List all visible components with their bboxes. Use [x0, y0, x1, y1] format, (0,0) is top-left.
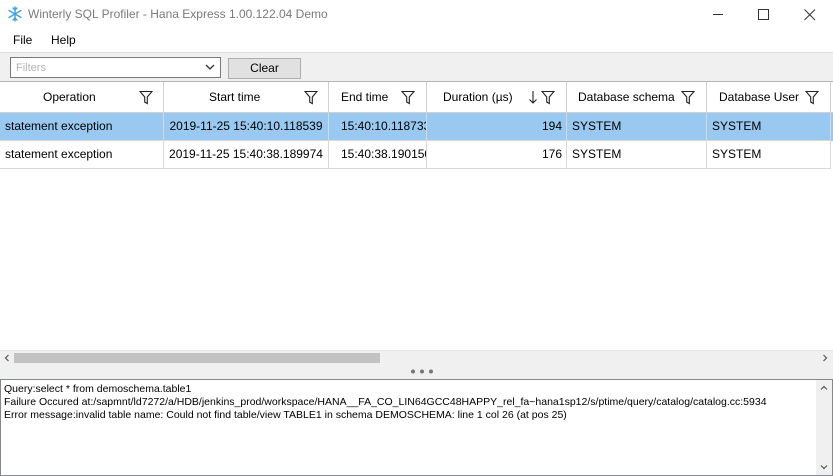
- scroll-right-icon[interactable]: [821, 354, 829, 362]
- column-label: Database User: [719, 90, 800, 104]
- filter-icon[interactable]: [304, 90, 318, 105]
- cell-database-user: SYSTEM: [707, 113, 831, 141]
- menu-help[interactable]: Help: [51, 33, 76, 47]
- filter-icon[interactable]: [541, 90, 555, 105]
- filter-icon[interactable]: [401, 90, 415, 105]
- menu-file[interactable]: File: [13, 33, 32, 47]
- column-label: Operation: [43, 90, 96, 104]
- cell-end-time: 15:40:38.190150: [329, 141, 427, 169]
- results-grid: Operation Start time End time Duration (…: [0, 81, 833, 363]
- panel-splitter[interactable]: [0, 363, 833, 379]
- column-header-database-user[interactable]: Database User: [707, 82, 831, 113]
- grid-header: Operation Start time End time Duration (…: [0, 82, 833, 113]
- cell-database-schema: SYSTEM: [567, 141, 707, 169]
- detail-failure-location: Failure Occured at:/sapmnt/ld7272/a/HDB/…: [4, 396, 767, 408]
- vertical-scrollbar[interactable]: [816, 380, 832, 475]
- filter-icon[interactable]: [805, 90, 819, 105]
- clear-button[interactable]: Clear: [228, 58, 301, 79]
- close-button[interactable]: [787, 0, 833, 29]
- cell-duration: 194: [427, 113, 567, 141]
- cell-database-schema: SYSTEM: [567, 113, 707, 141]
- title-bar: Winterly SQL Profiler - Hana Express 1.0…: [0, 0, 833, 29]
- cell-database-user: SYSTEM: [707, 141, 831, 169]
- maximize-button[interactable]: [741, 0, 787, 29]
- snowflake-icon: [8, 6, 22, 22]
- filter-input[interactable]: [12, 59, 197, 76]
- column-header-database-schema[interactable]: Database schema: [567, 82, 707, 113]
- menu-bar: File Help: [0, 30, 833, 51]
- cell-start-time: 2019-11-25 15:40:38.189974: [164, 141, 329, 169]
- column-header-end-time[interactable]: End time: [329, 82, 427, 113]
- cell-operation: statement exception: [0, 113, 164, 141]
- filter-icon[interactable]: [139, 90, 153, 105]
- column-header-operation[interactable]: Operation: [0, 82, 164, 113]
- column-label: End time: [341, 90, 389, 104]
- scrollbar-thumb[interactable]: [14, 353, 380, 363]
- sort-descending-icon: [529, 91, 537, 104]
- cell-duration: 176: [427, 141, 567, 169]
- toolbar: Clear: [0, 52, 833, 81]
- maximize-icon: [758, 9, 769, 20]
- scroll-down-icon[interactable]: [820, 463, 828, 471]
- table-row[interactable]: statement exception 2019-11-25 15:40:38.…: [0, 141, 833, 169]
- scroll-left-icon[interactable]: [3, 354, 11, 362]
- minimize-button[interactable]: [695, 0, 741, 29]
- filter-icon[interactable]: [681, 90, 695, 105]
- column-header-duration[interactable]: Duration (µs): [427, 82, 567, 113]
- details-panel[interactable]: Query:select * from demoschema.table1 Fa…: [0, 379, 833, 476]
- drag-handle-icon[interactable]: [410, 369, 434, 374]
- horizontal-scrollbar[interactable]: [0, 350, 833, 363]
- close-icon: [804, 9, 816, 21]
- detail-query: Query:select * from demoschema.table1: [4, 383, 192, 395]
- table-row[interactable]: statement exception 2019-11-25 15:40:10.…: [0, 113, 833, 141]
- filter-combobox[interactable]: [10, 57, 221, 78]
- detail-error-message: Error message:invalid table name: Could …: [4, 409, 567, 421]
- column-label: Duration (µs): [443, 90, 513, 104]
- column-label: Start time: [209, 90, 261, 104]
- window-title: Winterly SQL Profiler - Hana Express 1.0…: [28, 7, 328, 21]
- chevron-down-icon[interactable]: [205, 64, 215, 71]
- column-label: Database schema: [578, 90, 675, 104]
- cell-operation: statement exception: [0, 141, 164, 169]
- cell-start-time: 2019-11-25 15:40:10.118539: [164, 113, 329, 141]
- scroll-up-icon[interactable]: [820, 384, 828, 392]
- column-header-start-time[interactable]: Start time: [164, 82, 329, 113]
- cell-end-time: 15:40:10.118733: [329, 113, 427, 141]
- minimize-icon: [713, 14, 723, 15]
